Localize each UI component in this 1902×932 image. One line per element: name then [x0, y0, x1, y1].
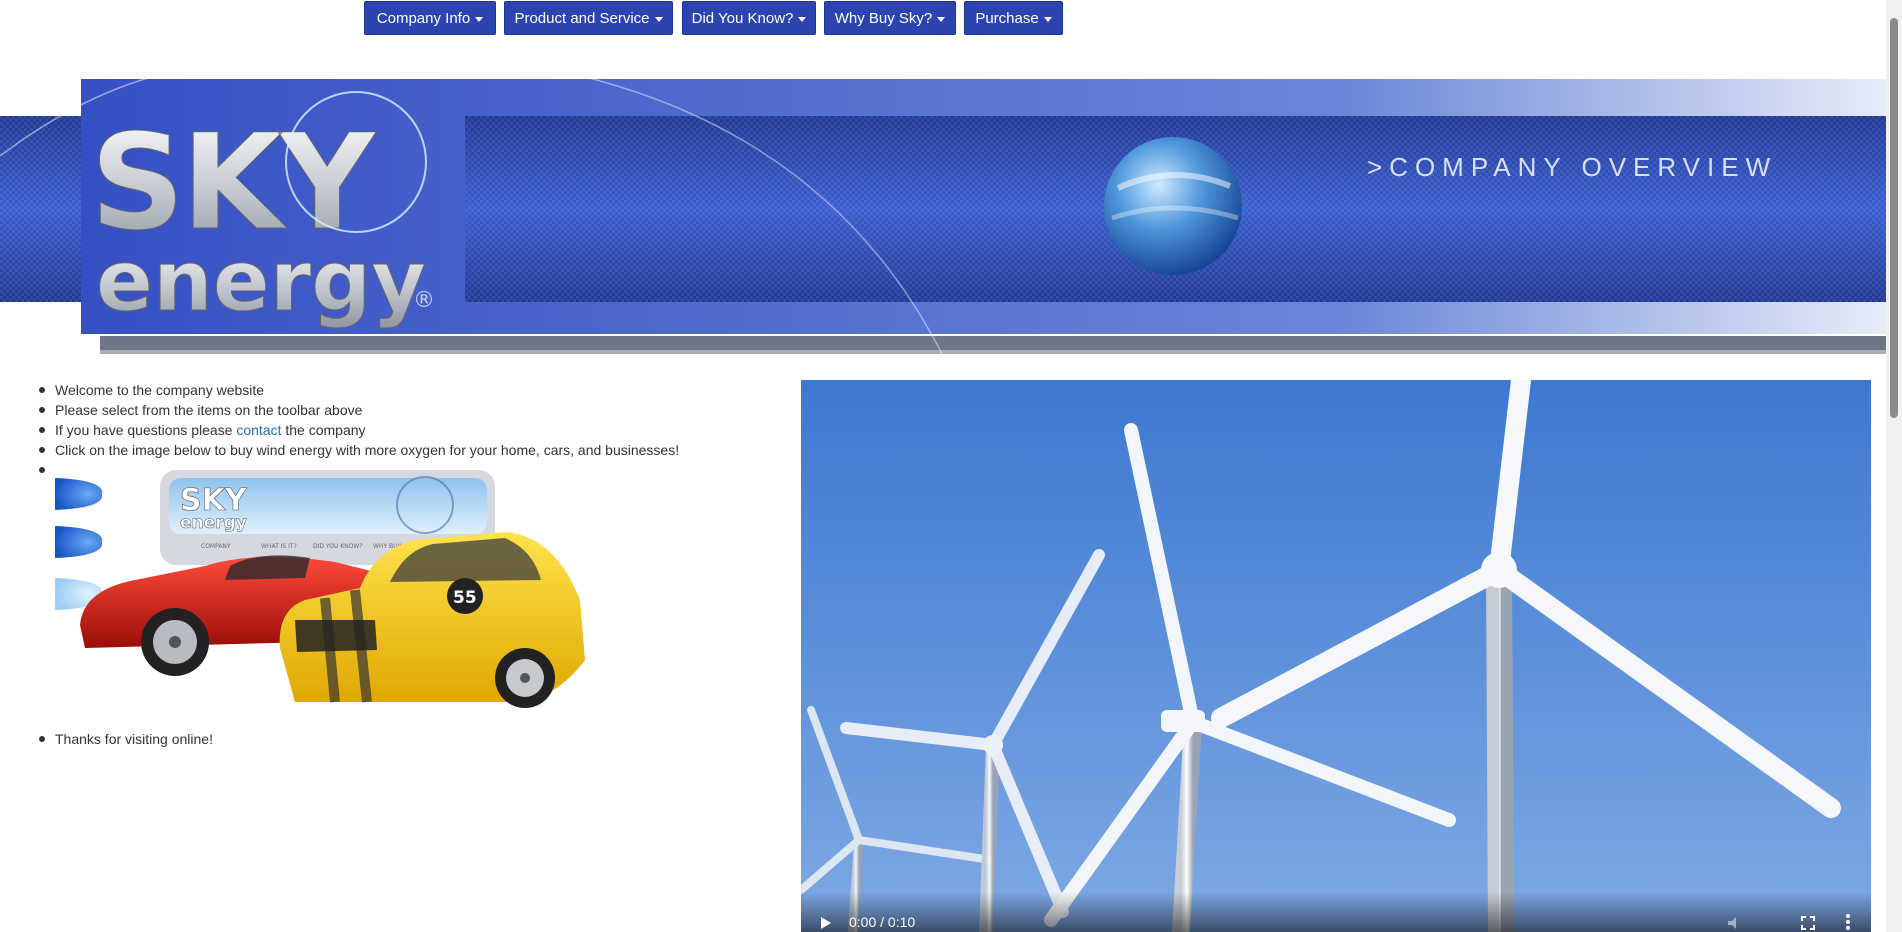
caret-down-icon [798, 16, 807, 22]
nav-purchase[interactable]: Purchase [964, 1, 1063, 35]
caret-down-icon [654, 16, 663, 22]
questions-after: the company [281, 422, 366, 438]
caret-down-icon [1043, 16, 1052, 22]
promo-menu-1: WHAT IS IT? [261, 543, 297, 550]
video-controls: 0:00 / 0:10 [801, 892, 1871, 932]
promo-menu-0: COMPANY [201, 543, 231, 550]
menu-pill-graphic [55, 478, 103, 510]
bullet-icon [39, 387, 45, 393]
click-image-text: Click on the image below to buy wind ene… [55, 442, 680, 458]
nav-did-you-know-label: Did You Know? [691, 9, 794, 27]
bullet-icon [39, 467, 45, 473]
logo-energy-text: energy [96, 232, 426, 330]
contact-link[interactable]: contact [236, 422, 281, 438]
video-time: 0:00 / 0:10 [849, 914, 916, 930]
video-frame-graphic [801, 380, 1871, 932]
welcome-text: Welcome to the company website [55, 382, 265, 398]
nav-why-buy-sky-label: Why Buy Sky? [834, 9, 933, 27]
nav-purchase-label: Purchase [975, 9, 1039, 27]
more-options-icon[interactable] [1845, 914, 1851, 930]
bullet-icon [39, 447, 45, 453]
caret-down-icon [475, 16, 484, 22]
promo-menu-2: DID YOU KNOW? [313, 543, 363, 550]
car-number: 55 [453, 588, 477, 608]
nav-company-info-label: Company Info [376, 9, 471, 27]
company-overview-banner: SKY energy ® >COMPANY OVERVIEW [0, 68, 1886, 361]
scrollbar-thumb[interactable] [1890, 18, 1898, 418]
wind-turbine-video[interactable]: 0:00 / 0:10 [801, 380, 1871, 932]
registered-mark: ® [413, 288, 435, 313]
volume-icon[interactable] [1727, 916, 1743, 930]
thanks-text: Thanks for visiting online! [55, 731, 213, 747]
nav-did-you-know[interactable]: Did You Know? [682, 1, 816, 35]
promo-logo-energy: energy [180, 513, 247, 533]
page-scrollbar[interactable] [1886, 0, 1902, 932]
cars-promo-graphic: SKY energy COMPANY WHAT IS IT? DID YOU K… [55, 470, 585, 708]
nav-why-buy-sky[interactable]: Why Buy Sky? [824, 1, 956, 35]
play-icon[interactable] [819, 916, 833, 930]
caret-down-icon [937, 16, 946, 22]
buy-wind-energy-image[interactable]: SKY energy COMPANY WHAT IS IT? DID YOU K… [55, 470, 595, 730]
bullet-icon [39, 427, 45, 433]
questions-text: If you have questions please contact the… [55, 420, 366, 440]
nav-company-info[interactable]: Company Info [364, 1, 496, 35]
fullscreen-icon[interactable] [1801, 916, 1815, 930]
company-overview-tagline: >COMPANY OVERVIEW [1367, 152, 1777, 182]
nav-product-and-service[interactable]: Product and Service [504, 1, 673, 35]
bullet-icon [39, 407, 45, 413]
banner-graphic: SKY energy ® >COMPANY OVERVIEW [0, 69, 1886, 361]
nav-product-and-service-label: Product and Service [514, 9, 650, 27]
questions-before: If you have questions please [55, 422, 237, 438]
bullet-icon [39, 736, 45, 742]
select-text: Please select from the items on the tool… [55, 402, 363, 418]
